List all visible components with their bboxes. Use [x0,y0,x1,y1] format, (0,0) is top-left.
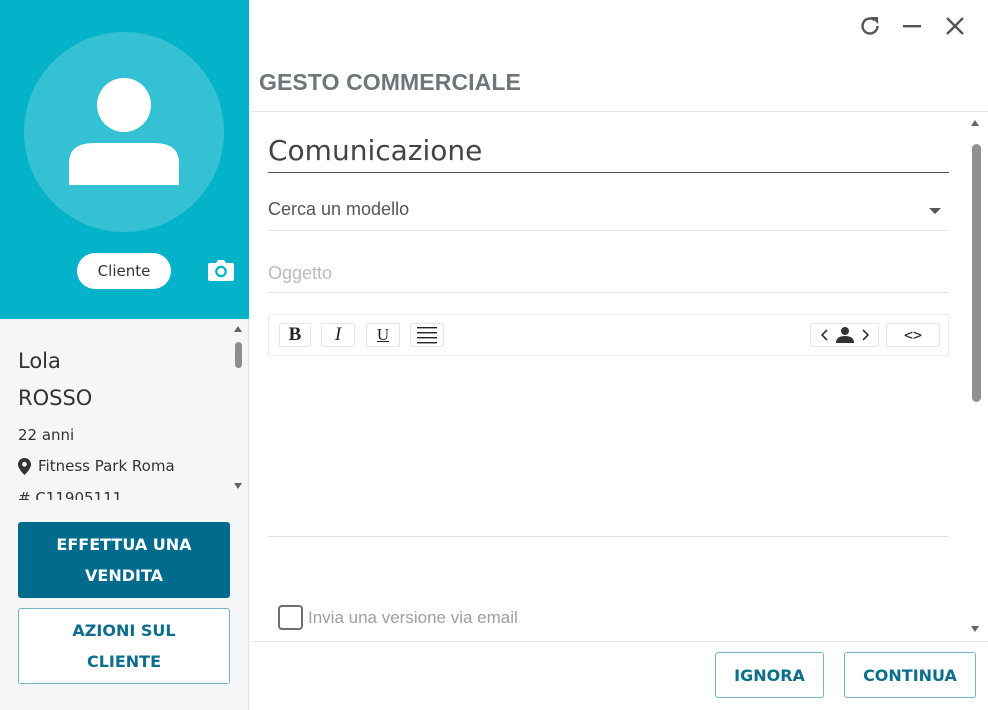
dialog-title: GESTO COMMERCIALE [259,69,521,95]
refresh-icon[interactable] [858,14,882,38]
email-copy-label: Invia una versione via email [308,608,518,627]
make-sale-button[interactable]: EFFETTUA UNA VENDITA [18,522,230,598]
chevron-down-icon [929,208,941,214]
client-actions-button[interactable]: AZIONI SUL CLIENTE [18,608,230,684]
camera-icon[interactable] [207,258,235,282]
dialog-scroll-up[interactable] [971,120,979,126]
client-code: # C11905111 [18,489,123,500]
client-sidebar: Cliente Lola ROSSO 22 anni Fitness Park … [0,0,249,710]
person-placeholder-glyph [820,327,869,343]
continue-button[interactable]: CONTINUA [844,652,976,698]
template-select-label: Cerca un modello [268,199,410,219]
footer-divider [250,641,988,642]
ignore-button[interactable]: IGNORA [715,652,824,698]
editor-toolbar: B I U <> [268,314,949,356]
email-copy-checkbox[interactable] [278,605,303,630]
italic-icon[interactable]: I [321,323,355,347]
align-icon[interactable] [410,323,444,347]
client-club-label: Fitness Park Roma [38,457,175,475]
dialog-scroll-down[interactable] [971,626,979,632]
message-editor[interactable] [268,356,949,537]
client-info: Lola ROSSO 22 anni Fitness Park Roma # C… [0,319,231,500]
profile-header: Cliente [0,0,249,319]
client-first-name: Lola [18,349,61,373]
underline-icon[interactable]: U [366,323,400,347]
code-icon[interactable]: <> [886,323,940,347]
avatar[interactable] [24,32,224,232]
close-icon[interactable] [943,14,967,38]
role-badge: Cliente [77,253,171,289]
user-avatar-icon [69,78,179,185]
align-lines [417,327,437,344]
location-pin-icon [18,457,31,475]
template-select[interactable]: Cerca un modello [268,192,949,231]
minimize-icon[interactable] [900,14,924,38]
client-club: Fitness Park Roma [18,457,175,475]
bold-icon[interactable]: B [279,323,311,347]
person-placeholder-icon[interactable] [810,323,879,347]
header-divider [250,111,988,112]
sidebar-scroll-down[interactable] [234,483,242,489]
communication-title-field[interactable]: Comunicazione [268,134,949,173]
sidebar-scrollbar[interactable] [235,342,242,368]
object-input[interactable] [268,254,949,293]
sidebar-scroll-up[interactable] [234,326,242,332]
dialog-scrollbar[interactable] [972,144,981,402]
client-last-name: ROSSO [18,386,93,410]
client-age: 22 anni [18,426,75,444]
